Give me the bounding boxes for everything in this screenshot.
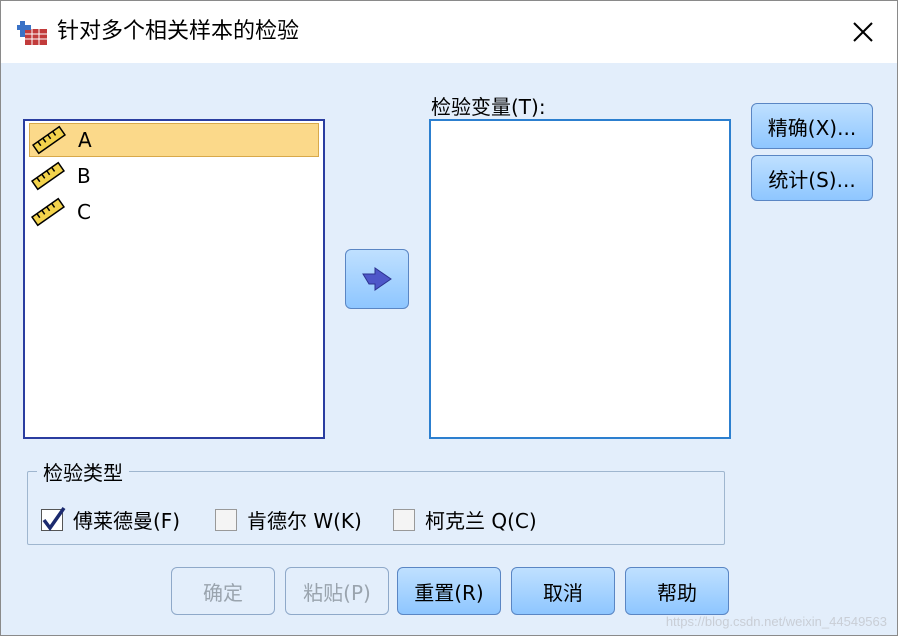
help-button[interactable]: 帮助: [625, 567, 729, 615]
cochran-checkbox[interactable]: [393, 508, 415, 531]
list-item-label: C: [77, 200, 91, 224]
list-item-a[interactable]: A: [29, 123, 319, 157]
scale-ruler-icon: [31, 161, 65, 191]
scale-ruler-icon: [31, 197, 65, 227]
spss-app-icon: [17, 21, 47, 45]
cochran-label: 柯克兰 Q(C): [425, 509, 537, 533]
dialog-window: 针对多个相关样本的检验 A B C 检验变量(T): 精确(X)... 统计(S…: [0, 0, 898, 636]
arrow-right-icon: [362, 267, 392, 291]
test-variables-label: 检验变量(T):: [431, 95, 546, 119]
ok-button[interactable]: 确定: [171, 567, 275, 615]
dialog-title: 针对多个相关样本的检验: [57, 19, 300, 44]
test-variables-list[interactable]: [429, 119, 731, 439]
watermark-text: https://blog.csdn.net/weixin_44549563: [665, 614, 887, 629]
exact-button[interactable]: 精确(X)...: [751, 103, 873, 149]
source-variable-list[interactable]: A B C: [23, 119, 325, 439]
friedman-checkbox-row[interactable]: 傅莱德曼(F): [41, 505, 180, 534]
cochran-checkbox-row[interactable]: 柯克兰 Q(C): [393, 505, 537, 534]
close-icon: [853, 22, 873, 42]
checkmark-icon: [42, 506, 66, 531]
list-item-c[interactable]: C: [29, 195, 319, 229]
list-item-label: B: [77, 164, 91, 188]
reset-button[interactable]: 重置(R): [397, 567, 501, 615]
title-bar: 针对多个相关样本的检验: [1, 1, 897, 63]
close-button[interactable]: [843, 13, 883, 51]
paste-button[interactable]: 粘贴(P): [285, 567, 389, 615]
kendall-label: 肯德尔 W(K): [247, 509, 362, 533]
scale-ruler-icon: [32, 125, 66, 155]
friedman-checkbox[interactable]: [41, 506, 66, 531]
list-item-label: A: [78, 128, 92, 152]
list-item-b[interactable]: B: [29, 159, 319, 193]
kendall-checkbox[interactable]: [215, 508, 237, 531]
statistics-button[interactable]: 统计(S)...: [751, 155, 873, 201]
cancel-button[interactable]: 取消: [511, 567, 615, 615]
friedman-label: 傅莱德曼(F): [73, 509, 181, 533]
test-type-legend: 检验类型: [37, 461, 129, 485]
kendall-checkbox-row[interactable]: 肯德尔 W(K): [215, 505, 362, 534]
move-to-test-variables-button[interactable]: [345, 249, 409, 309]
